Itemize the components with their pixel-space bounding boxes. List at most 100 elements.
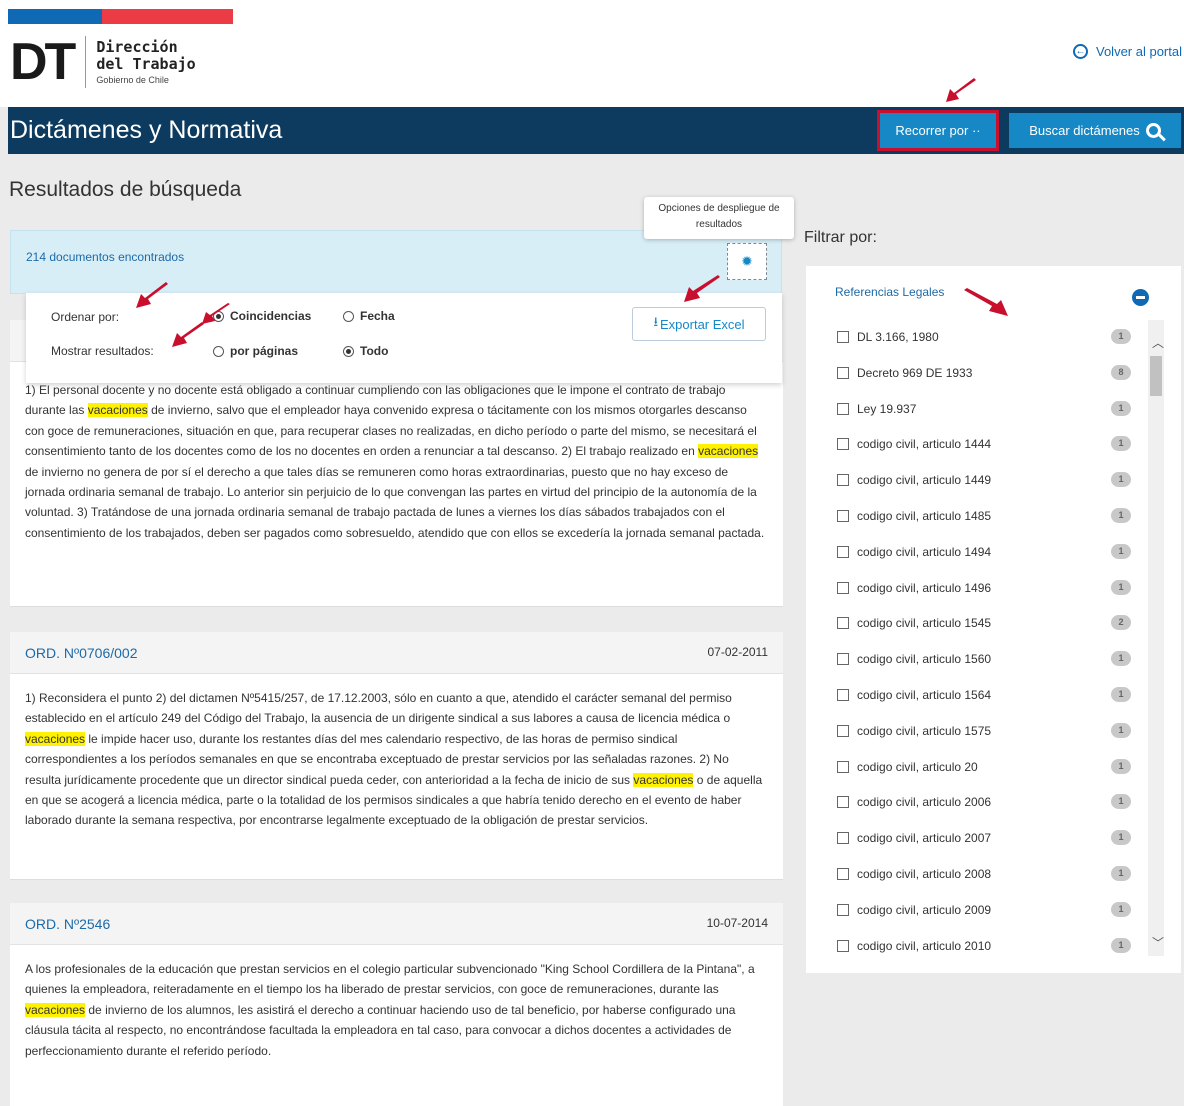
checkbox-icon[interactable] xyxy=(837,331,849,343)
results-count: 214 documentos encontrados xyxy=(26,250,185,264)
filter-item-label: Decreto 969 DE 1933 xyxy=(857,365,973,380)
checkbox-icon[interactable] xyxy=(837,832,849,845)
filter-item[interactable]: Decreto 969 DE 1933 xyxy=(837,366,972,380)
logo-initials: DT xyxy=(10,33,76,91)
filter-item[interactable]: codigo civil, articulo 2008 xyxy=(837,867,991,881)
checkbox-icon[interactable] xyxy=(837,438,849,451)
buscar-dictamenes-button[interactable]: Buscar dictámenes xyxy=(1009,113,1181,148)
checkbox-icon[interactable] xyxy=(837,903,849,916)
order-fecha-radio[interactable]: Fecha xyxy=(343,309,395,323)
legal-references-toggle[interactable]: Referencias Legales xyxy=(835,285,944,299)
collapse-minus-icon[interactable] xyxy=(1132,289,1149,306)
nav-bar: Dictámenes y Normativa Recorrer por ·· B… xyxy=(8,107,1184,154)
checkbox-icon[interactable] xyxy=(837,510,849,522)
result-ord-link[interactable]: ORD. Nº2546 xyxy=(25,916,110,932)
checkbox-icon[interactable] xyxy=(837,545,849,558)
checkbox-icon[interactable] xyxy=(837,653,849,666)
logo-line2: del Trabajo xyxy=(96,55,196,73)
filter-item[interactable]: codigo civil, articulo 2010 xyxy=(837,939,991,953)
filter-item[interactable]: codigo civil, articulo 1575 xyxy=(837,724,991,738)
count-badge: 1 xyxy=(1111,543,1131,559)
count-badge: 1 xyxy=(1111,400,1131,416)
filter-item[interactable]: codigo civil, articulo 1494 xyxy=(837,545,991,559)
filter-item[interactable]: codigo civil, articulo 1444 xyxy=(837,437,991,451)
search-icon xyxy=(1145,123,1161,138)
annotation-arrow xyxy=(172,322,204,347)
filter-item-label: codigo civil, articulo 1545 xyxy=(857,616,992,631)
scroll-up-icon[interactable]: ︿ xyxy=(1152,334,1164,351)
filter-item[interactable]: codigo civil, articulo 1496 xyxy=(837,581,991,595)
filter-scrollbar[interactable] xyxy=(1148,320,1164,956)
annotation-arrow xyxy=(136,282,168,308)
results-heading: Resultados de búsqueda xyxy=(9,178,242,201)
checkbox-icon[interactable] xyxy=(837,617,849,630)
count-badge: 1 xyxy=(1111,651,1131,667)
filter-item[interactable]: codigo civil, articulo 2007 xyxy=(837,831,991,845)
count-badge: 1 xyxy=(1111,579,1131,595)
result-text: de invierno no genera de por sí el derec… xyxy=(25,464,765,540)
result-card-body: 1) Reconsidera el punto 2) del dictamen … xyxy=(10,674,783,831)
checkbox-icon[interactable] xyxy=(837,796,849,809)
checkbox-icon[interactable] xyxy=(837,760,849,773)
checkbox-icon[interactable] xyxy=(837,474,849,487)
highlighted-term: vacaciones xyxy=(25,1002,86,1017)
filter-item-label: codigo civil, articulo 2010 xyxy=(857,938,992,953)
checkbox-icon[interactable] xyxy=(837,366,849,379)
count-badge: 1 xyxy=(1111,722,1131,738)
display-options-button[interactable]: ✹ xyxy=(727,243,767,280)
result-card-header: ORD. Nº0706/002 07-02-2011 xyxy=(10,632,783,674)
filter-item[interactable]: codigo civil, articulo 20 xyxy=(837,760,978,774)
count-badge: 1 xyxy=(1111,472,1131,488)
count-badge: 1 xyxy=(1111,830,1131,846)
checkbox-icon[interactable] xyxy=(837,689,849,701)
download-icon: ⭳ xyxy=(653,314,658,329)
count-badge: 1 xyxy=(1111,937,1131,953)
filter-item[interactable]: codigo civil, articulo 1564 xyxy=(837,688,991,702)
filter-item[interactable]: DL 3.166, 1980 xyxy=(837,330,939,344)
scroll-down-icon[interactable]: ﹀ xyxy=(1152,934,1164,951)
filter-item[interactable]: codigo civil, articulo 2006 xyxy=(837,795,991,809)
recorrer-por-button[interactable]: Recorrer por ·· xyxy=(880,113,996,148)
filter-item[interactable]: Ley 19.937 xyxy=(837,402,916,416)
filter-item-label: codigo civil, articulo 2008 xyxy=(857,867,992,881)
checkbox-icon[interactable] xyxy=(837,402,849,415)
result-text: 1) Reconsidera el punto 2) del dictamen … xyxy=(25,691,732,726)
count-badge: 2 xyxy=(1111,615,1131,631)
checkbox-icon[interactable] xyxy=(837,868,849,880)
show-results-label: Mostrar resultados: xyxy=(51,344,154,358)
filter-item[interactable]: codigo civil, articulo 1449 xyxy=(837,473,991,487)
filter-item[interactable]: codigo civil, articulo 2009 xyxy=(837,903,991,917)
filter-item-label: codigo civil, articulo 20 xyxy=(857,759,978,774)
back-to-portal-link[interactable]: ← Volver al portal xyxy=(1073,44,1182,59)
filter-item-label: DL 3.166, 1980 xyxy=(857,330,939,344)
checkbox-icon[interactable] xyxy=(837,939,849,952)
show-por-paginas-radio[interactable]: por páginas xyxy=(213,344,298,358)
order-by-label: Ordenar por: xyxy=(51,310,120,324)
checkbox-icon[interactable] xyxy=(837,724,849,737)
filter-item[interactable]: codigo civil, articulo 1560 xyxy=(837,652,991,666)
filter-item-label: codigo civil, articulo 1449 xyxy=(857,473,992,488)
buscar-dictamenes-label: Buscar dictámenes xyxy=(1029,123,1140,138)
count-badge: 1 xyxy=(1111,329,1131,344)
result-card: ORD. Nº2546 10-07-2014 A los profesional… xyxy=(10,903,783,1106)
filter-item-label: codigo civil, articulo 1485 xyxy=(857,509,992,523)
highlighted-term: vacaciones xyxy=(87,403,148,418)
count-badge: 1 xyxy=(1111,687,1131,702)
export-excel-button[interactable]: ⭳ Exportar Excel xyxy=(632,307,766,341)
checkbox-icon[interactable] xyxy=(837,581,849,594)
filter-item[interactable]: codigo civil, articulo 1545 xyxy=(837,616,991,630)
filter-scroll-thumb[interactable] xyxy=(1150,356,1162,396)
result-text: de invierno de los alumnos, les asistirá… xyxy=(25,1002,736,1058)
filter-item-label: codigo civil, articulo 1564 xyxy=(857,688,992,702)
filter-item-label: codigo civil, articulo 1444 xyxy=(857,437,992,452)
filter-panel: Referencias Legales ︿ ﹀ DL 3.166, 1980 1 D… xyxy=(806,266,1181,973)
dt-logo[interactable]: DT Dirección del Trabajo Gobierno de Chi… xyxy=(10,36,196,88)
result-ord-link[interactable]: ORD. Nº0706/002 xyxy=(25,645,138,661)
results-count-bar: 214 documentos encontrados xyxy=(10,230,782,294)
filter-item-label: codigo civil, articulo 1494 xyxy=(857,544,992,559)
filter-item[interactable]: codigo civil, articulo 1485 xyxy=(837,509,991,523)
chile-flag-bar xyxy=(8,9,233,24)
result-card-header: ORD. Nº2546 10-07-2014 xyxy=(10,903,783,945)
show-todo-radio[interactable]: Todo xyxy=(343,344,388,358)
count-badge: 1 xyxy=(1111,436,1131,452)
